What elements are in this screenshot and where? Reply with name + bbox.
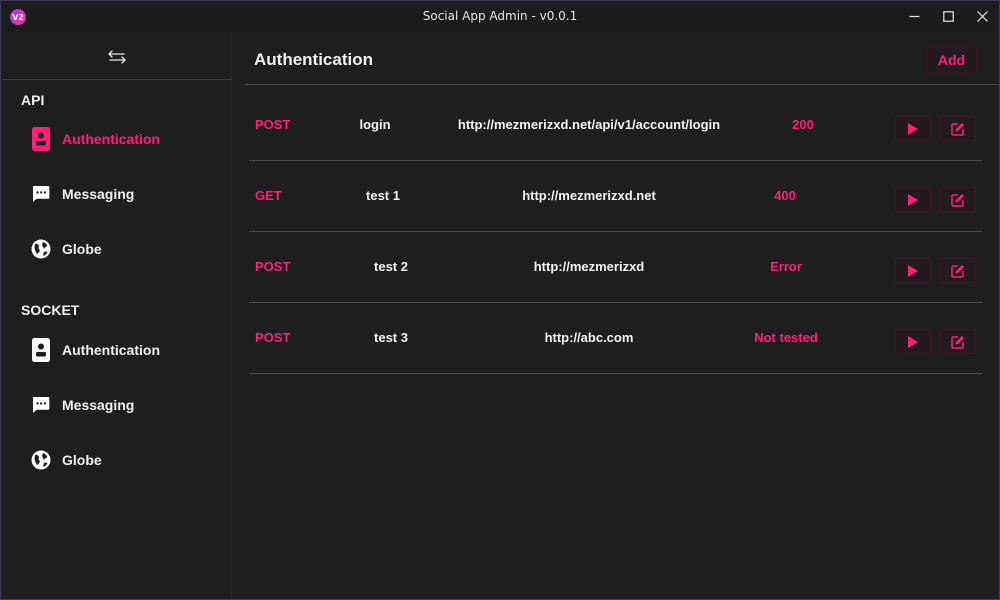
swap-arrows-icon [108,50,126,64]
run-request-button[interactable] [895,258,931,283]
request-status: 200 [792,117,814,132]
maximize-icon [942,11,954,22]
play-icon [908,122,918,135]
window-controls [897,1,999,32]
edit-icon [951,193,964,207]
request-row[interactable]: POST test 3 http://abc.com Not tested [249,303,982,374]
sidebar-divider [2,79,231,80]
edit-icon [951,264,964,278]
title-bar: V2 Social App Admin - v0.0.1 [1,1,999,32]
edit-request-button[interactable] [940,329,976,354]
message-icon [31,181,51,207]
edit-request-button[interactable] [940,187,976,212]
sidebar: API Authentication Messaging Globe SOCKE… [2,32,232,599]
request-method: POST [255,117,291,132]
request-name: test 2 [374,259,408,274]
sidebar-item-api-messaging[interactable]: Messaging [31,179,221,209]
request-name: test 3 [374,330,408,345]
request-url: http://mezmerizxd.net [522,188,656,203]
sidebar-item-label: Globe [62,452,102,468]
edit-request-button[interactable] [940,258,976,283]
edit-icon [951,122,964,136]
close-icon [976,11,988,22]
play-icon [908,335,918,348]
request-name: login [359,117,391,132]
header-divider [245,84,999,85]
request-row[interactable]: GET test 1 http://mezmerizxd.net 400 [249,161,982,232]
message-icon [31,392,51,418]
main-panel: Authentication Add POST login http://mez… [233,32,999,599]
window-title: Social App Admin - v0.0.1 [422,9,578,23]
section-label-socket: SOCKET [21,302,80,318]
request-method: POST [255,330,291,345]
badge-icon [31,337,51,363]
minimize-button[interactable] [897,1,931,32]
request-url: http://mezmerizxd [533,259,645,274]
collapse-sidebar-button[interactable] [104,46,130,68]
request-row[interactable]: POST test 2 http://mezmerizxd Error [249,232,982,303]
sidebar-item-socket-messaging[interactable]: Messaging [31,390,221,420]
badge-icon [31,126,51,152]
sidebar-item-label: Authentication [62,131,160,147]
page-title: Authentication [254,50,373,69]
sidebar-item-label: Globe [62,241,102,257]
sidebar-item-api-globe[interactable]: Globe [31,234,221,264]
request-status: Not tested [754,330,818,345]
maximize-button[interactable] [931,1,965,32]
edit-icon [951,335,964,349]
app-window: V2 Social App Admin - v0.0.1 API Authent… [0,0,1000,600]
globe-icon [31,447,51,473]
request-status: Error [770,259,802,274]
close-button[interactable] [965,1,999,32]
request-status: 400 [774,188,796,203]
play-icon [908,264,918,277]
minimize-icon [909,15,919,18]
sidebar-item-label: Messaging [62,397,135,413]
add-button[interactable]: Add [926,46,977,74]
globe-icon [31,236,51,262]
request-url: http://abc.com [544,330,634,345]
request-row[interactable]: POST login http://mezmerizxd.net/api/v1/… [249,90,982,161]
sidebar-item-label: Authentication [62,342,160,358]
request-method: POST [255,259,291,274]
sidebar-item-label: Messaging [62,186,135,202]
sidebar-item-socket-authentication[interactable]: Authentication [31,335,221,365]
sidebar-item-api-authentication[interactable]: Authentication [31,124,221,154]
section-label-api: API [21,92,45,108]
edit-request-button[interactable] [940,116,976,141]
request-name: test 1 [366,188,400,203]
request-url: http://mezmerizxd.net/api/v1/account/log… [457,117,721,132]
run-request-button[interactable] [895,329,931,354]
request-method: GET [255,188,282,203]
sidebar-item-socket-globe[interactable]: Globe [31,445,221,475]
run-request-button[interactable] [895,116,931,141]
play-icon [908,193,918,206]
run-request-button[interactable] [895,187,931,212]
